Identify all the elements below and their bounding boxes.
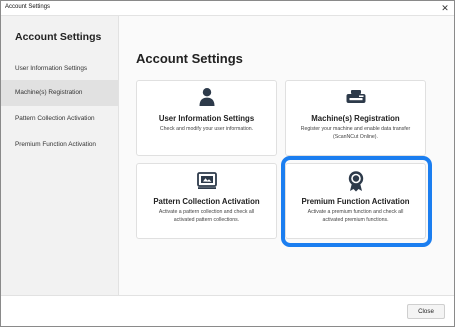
card-title: Pattern Collection Activation [153, 197, 260, 206]
card-title: User Information Settings [158, 114, 255, 123]
card-description: Activate a pattern collection and check … [141, 209, 272, 224]
cutting-machine-icon [286, 87, 425, 107]
premium-function-card[interactable]: Premium Function Activation Activate a p… [285, 163, 426, 239]
card-description-line: activated premium functions. [322, 216, 389, 223]
sidebar-item-machine-registration[interactable]: Machine(s) Registration [1, 80, 118, 106]
sidebar-item-premium-function[interactable]: Premium Function Activation [1, 132, 118, 158]
user-information-card[interactable]: User Information Settings Check and modi… [136, 80, 277, 156]
card-description-line: Register your machine and enable data tr… [300, 126, 411, 132]
pattern-collection-icon [137, 170, 276, 190]
account-settings-window: Account Settings ✕ Account Settings User… [0, 0, 455, 327]
card-title: Machine(s) Registration [311, 114, 400, 123]
sidebar-item-user-information[interactable]: User Information Settings [1, 56, 118, 82]
card-description: Activate a premium function and check al… [290, 209, 421, 224]
card-description-line: activated pattern collections. [173, 216, 240, 223]
close-icon[interactable]: ✕ [439, 1, 451, 15]
card-title: Premium Function Activation [301, 197, 410, 206]
card-description-line: Activate a premium function and check al… [307, 209, 404, 215]
sidebar: Account Settings User Information Settin… [1, 16, 119, 295]
footer-bar: Close [1, 295, 454, 326]
title-bar: Account Settings ✕ [1, 1, 454, 16]
pattern-collection-card[interactable]: Pattern Collection Activation Activate a… [136, 163, 277, 239]
card-description: Register your machine and enable data tr… [290, 126, 421, 141]
window-title: Account Settings [5, 4, 51, 10]
page-title: Account Settings [136, 51, 243, 66]
card-description-line: (ScanNCut Online). [333, 133, 378, 140]
card-description-line: Check and modify your user information. [159, 126, 254, 132]
sidebar-title: Account Settings [15, 31, 102, 43]
card-description: Check and modify your user information. [141, 126, 272, 134]
close-button[interactable]: Close [407, 304, 445, 319]
card-description-line: Activate a pattern collection and check … [158, 209, 255, 215]
premium-badge-icon [286, 170, 425, 192]
person-icon [137, 87, 276, 107]
sidebar-item-pattern-collection[interactable]: Pattern Collection Activation [1, 106, 118, 132]
machine-registration-card[interactable]: Machine(s) Registration Register your ma… [285, 80, 426, 156]
main-panel: Account Settings User Information Settin… [119, 16, 454, 295]
